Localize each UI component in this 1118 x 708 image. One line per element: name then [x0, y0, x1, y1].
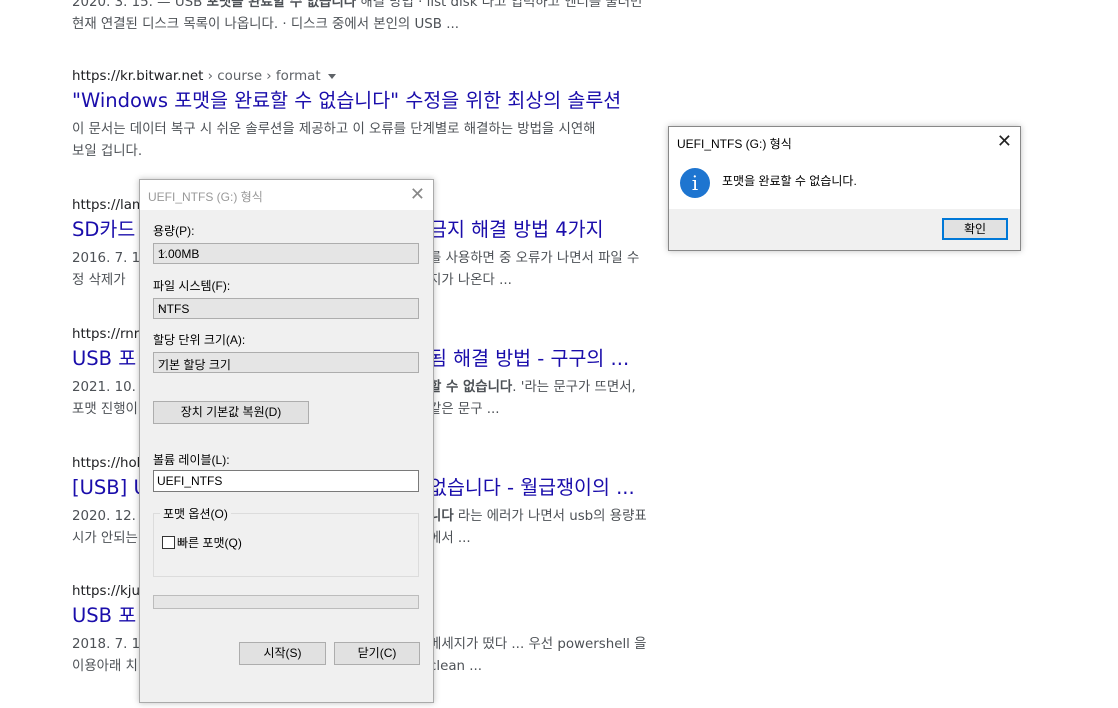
desc-line: 보일 겁니다. — [72, 144, 143, 159]
desc-line: 2021. 10. 1 — [72, 380, 149, 395]
snippet-text: 2020. 3. 15. — USB — [72, 0, 207, 10]
chevron-down-icon: ⌵ — [158, 301, 167, 313]
chevron-down-icon: ⌵ — [158, 246, 167, 258]
desc-line: clean ... — [429, 659, 483, 674]
desc-bold: 할 수 없습니다 — [429, 380, 513, 395]
format-options-legend: 포맷 옵션(O) — [160, 505, 231, 522]
allocation-size-select[interactable]: 기본 할당 크기 ⌵ — [153, 352, 419, 373]
result-top-snippet: 2020. 3. 15. — USB 포맷을 완료할 수 없습니다 해결 방법 … — [72, 0, 682, 36]
desc-line: 에서 ... — [429, 531, 471, 546]
result-snippet: 2020. 3. 15. — USB 포맷을 완료할 수 없습니다 해결 방법 … — [72, 0, 682, 14]
desc-line: 이 문서는 데이터 복구 시 쉬운 솔루션을 제공하고 이 오류를 단계별로 해… — [72, 122, 596, 137]
result-title-link[interactable]: "Windows 포맷을 완료할 수 없습니다" 수정을 위한 최상의 솔루션 — [72, 87, 682, 115]
desc-line: 2018. 7. 16 — [72, 637, 149, 652]
snippet-bold: 포맷을 완료할 수 없습니다 — [206, 0, 357, 10]
cite-path: › course › format — [203, 69, 321, 84]
format-dialog-title: UEFI_NTFS (G:) 형식 — [148, 190, 263, 204]
desc-line: 시가 안되는 — [72, 531, 138, 546]
message-box-title: UEFI_NTFS (G:) 형식 — [677, 137, 792, 151]
title-text: 됨 해결 방법 - 구구의 ... — [429, 347, 630, 370]
info-icon: i — [680, 168, 710, 198]
ok-button[interactable]: 확인 — [942, 218, 1008, 240]
result-description: 이 문서는 데이터 복구 시 쉬운 솔루션을 제공하고 이 오류를 단계별로 해… — [72, 119, 682, 163]
desc-line: 포맷 진행이 — [72, 402, 138, 417]
close-icon[interactable]: ✕ — [410, 184, 425, 204]
snippet-text: 해결 방법 · list disk 라고 입력하고 엔터를 눌러면 — [356, 0, 643, 10]
capacity-select[interactable]: 1.00MB ⌵ — [153, 243, 419, 264]
snippet-text: 현재 연결된 디스크 목록이 나옵니다. · 디스크 중에서 본인의 USB .… — [72, 17, 459, 32]
volume-label-label: 볼륨 레이블(L): — [153, 453, 230, 467]
desc-line: 메세지가 떴다 ... 우선 powershell 을 — [429, 637, 647, 652]
desc-line: 를 사용하면 중 오류가 나면서 파일 수 — [429, 251, 640, 266]
desc-line: . '라는 문구가 뜨면서, — [512, 380, 636, 395]
format-options-group: 포맷 옵션(O) 빠른 포맷(Q) — [153, 505, 419, 577]
desc-line: 같은 문구 ... — [429, 402, 500, 417]
title-text: [USB] U — [72, 476, 148, 499]
title-text: 금지 해결 방법 4가지 — [429, 218, 604, 241]
volume-label-input[interactable] — [157, 474, 407, 488]
file-system-select[interactable]: NTFS ⌵ — [153, 298, 419, 319]
format-progress-bar — [153, 595, 419, 609]
desc-line: 지가 나온다 ... — [429, 273, 512, 288]
message-text: 포맷을 완료할 수 없습니다. — [722, 174, 857, 188]
close-button[interactable]: 닫기(C) — [334, 642, 420, 665]
checkbox-box[interactable] — [162, 536, 175, 549]
volume-label-field[interactable] — [153, 470, 419, 492]
desc-line: 라는 에러가 나면서 usb의 용량표 — [453, 509, 647, 524]
message-box: UEFI_NTFS (G:) 형식 ✕ i 포맷을 완료할 수 없습니다. 확인 — [668, 126, 1021, 251]
chevron-down-icon: ⌵ — [158, 355, 167, 367]
title-text: 없습니다 - 월급쟁이의 ... — [429, 476, 635, 499]
file-system-label: 파일 시스템(F): — [153, 279, 231, 293]
result-item: https://kr.bitwar.net › course › format … — [72, 67, 682, 163]
result-cite[interactable]: https://kr.bitwar.net › course › format — [72, 67, 682, 87]
title-text: USB 포 — [72, 347, 137, 370]
allocation-size-label: 할당 단위 크기(A): — [153, 333, 246, 347]
quick-format-label: 빠른 포맷(Q) — [177, 536, 242, 550]
desc-line: 정 삭제가 — [72, 273, 126, 288]
quick-format-checkbox[interactable]: 빠른 포맷(Q) — [162, 534, 242, 551]
restore-defaults-button[interactable]: 장치 기본값 복원(D) — [153, 401, 309, 424]
caret-down-icon[interactable] — [327, 73, 336, 79]
capacity-label: 용량(P): — [153, 224, 195, 238]
close-icon[interactable]: ✕ — [997, 131, 1012, 151]
desc-line: 이용아래 치 — [72, 659, 138, 674]
format-dialog-titlebar[interactable]: UEFI_NTFS (G:) 형식 ✕ — [140, 180, 433, 210]
desc-line: 2020. 12. 1 — [72, 509, 149, 524]
format-dialog: UEFI_NTFS (G:) 형식 ✕ 용량(P): 1.00MB ⌵ 파일 시… — [139, 179, 434, 703]
desc-line: 2016. 7. 12 — [72, 251, 149, 266]
cite-host: https://kr.bitwar.net — [72, 69, 204, 84]
title-text: SD카드 — [72, 218, 136, 241]
start-button[interactable]: 시작(S) — [239, 642, 326, 665]
